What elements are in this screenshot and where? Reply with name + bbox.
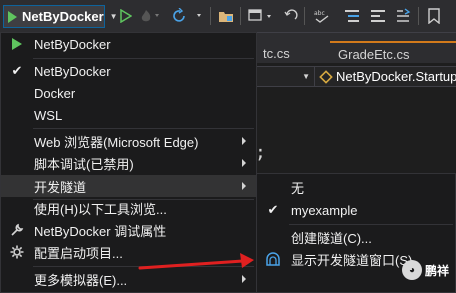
toolbar: NetByDocker ▼ abc — [0, 0, 456, 33]
menu-divider — [33, 128, 254, 129]
submenu-item-create-tunnel[interactable]: 创建隧道(C)... — [257, 226, 455, 248]
play-icon — [9, 36, 25, 52]
refresh-icon — [173, 8, 201, 22]
menu-item-wsl[interactable]: WSL — [1, 104, 256, 126]
menu-item-browse-with[interactable]: 使用(H)以下工具浏览... — [1, 197, 256, 219]
menu-item-run-netbydocker[interactable]: NetByDocker — [1, 33, 256, 55]
folder-icon — [219, 12, 233, 22]
undo-arrow-icon — [284, 9, 298, 20]
class-icon — [319, 69, 333, 84]
menu-item-label: 开发隧道 — [34, 179, 87, 195]
menu-item-label: 创建隧道(C)... — [291, 230, 372, 246]
toolbar-separator — [418, 7, 419, 25]
layout-button[interactable] — [246, 5, 276, 27]
uncomment-lines-icon — [371, 10, 385, 22]
nav-member-label: NetByDocker.Startup — [336, 69, 456, 84]
chevron-down-icon: ▼ — [109, 12, 118, 21]
comment-lines-icon — [345, 10, 359, 22]
menu-item-web-browser[interactable]: Web 浏览器(Microsoft Edge) — [1, 130, 256, 152]
reset-button[interactable] — [282, 5, 300, 27]
toolbar-separator — [210, 7, 211, 25]
tunnel-icon — [265, 251, 281, 267]
menu-divider — [33, 58, 254, 59]
wrench-icon — [9, 222, 25, 238]
indent-icon — [397, 8, 411, 22]
submenu-item-myexample[interactable]: ✔ myexample — [257, 199, 455, 221]
menu-item-debug-properties[interactable]: NetByDocker 调试属性 — [1, 219, 256, 241]
submenu-item-none[interactable]: 无 — [257, 176, 455, 198]
chevron-down-icon: ▼ — [302, 72, 310, 81]
play-outline-icon — [120, 9, 132, 23]
toolbar-separator — [304, 7, 305, 25]
menu-item-docker[interactable]: Docker — [1, 82, 256, 104]
chevron-right-icon — [242, 159, 246, 167]
tab-etc-cs[interactable]: tc.cs — [255, 41, 327, 65]
nav-member-dropdown[interactable]: NetByDocker.Startup — [319, 67, 456, 86]
restart-button[interactable] — [170, 5, 206, 27]
chevron-right-icon — [242, 137, 246, 145]
spell-check-button[interactable]: abc — [312, 5, 332, 27]
svg-text:abc: abc — [314, 10, 325, 17]
tab-gradeetc-cs[interactable]: GradeEtc.cs — [330, 41, 456, 65]
menu-item-configure-startup[interactable]: 配置启动项目... — [1, 241, 256, 263]
menu-item-label: 更多模拟器(E)... — [34, 272, 128, 288]
run-target-menu: NetByDocker ✔ NetByDocker Docker WSL Web… — [0, 32, 257, 293]
hot-reload-button[interactable] — [138, 5, 162, 27]
spell-check-icon: abc — [314, 10, 329, 23]
bookmark-button[interactable] — [426, 5, 442, 27]
menu-item-label: myexample — [291, 202, 358, 218]
menu-item-label: NetByDocker 调试属性 — [34, 223, 167, 239]
menu-item-script-debugging[interactable]: 脚本调试(已禁用) — [1, 152, 256, 174]
menu-item-label: WSL — [34, 107, 63, 123]
uncomment-button[interactable] — [369, 5, 387, 27]
menu-item-label: 使用(H)以下工具浏览... — [34, 201, 167, 217]
menu-divider — [289, 224, 453, 225]
tab-label: tc.cs — [263, 45, 290, 61]
menu-item-label: 配置启动项目... — [34, 245, 123, 261]
wechat-logo-icon: ◕ — [402, 260, 422, 280]
toolbar-separator — [240, 7, 241, 25]
menu-item-label: NetByDocker — [34, 36, 111, 52]
menu-item-label: Web 浏览器(Microsoft Edge) — [34, 134, 199, 150]
menu-item-label: 无 — [291, 180, 305, 196]
start-without-debugging-button[interactable] — [118, 5, 134, 27]
menu-item-label: Docker — [34, 85, 76, 101]
chevron-right-icon — [242, 275, 246, 283]
watermark: ◕ 鹏祥 — [402, 258, 449, 282]
flame-icon — [141, 10, 159, 22]
menu-item-label: NetByDocker — [34, 63, 111, 79]
nav-dropdown[interactable]: ▼ — [255, 67, 315, 86]
menu-item-more-emulators[interactable]: 更多模拟器(E)... — [1, 268, 256, 290]
chevron-right-icon — [242, 182, 246, 190]
gear-icon — [9, 244, 25, 260]
open-folder-button[interactable] — [217, 5, 235, 27]
watermark-text: 鹏祥 — [425, 263, 450, 278]
checkmark-icon: ✔ — [11, 63, 23, 78]
indent-button[interactable] — [394, 5, 412, 27]
comment-button[interactable] — [343, 5, 361, 27]
menu-item-label: 脚本调试(已禁用) — [34, 156, 134, 172]
bookmark-icon — [428, 8, 440, 24]
window-layout-icon — [248, 9, 271, 21]
checkmark-icon: ✔ — [267, 202, 279, 217]
menu-divider — [33, 266, 254, 267]
run-target-button[interactable]: NetByDocker ▼ — [3, 5, 118, 28]
tab-label: GradeEtc.cs — [338, 46, 410, 62]
menu-item-label: 显示开发隧道窗口(S) — [291, 252, 413, 268]
menu-item-dev-tunnels[interactable]: 开发隧道 — [1, 175, 256, 197]
run-target-label: NetByDocker — [22, 9, 104, 24]
menu-item-profile-netbydocker[interactable]: ✔ NetByDocker — [1, 60, 256, 82]
play-icon — [8, 10, 17, 23]
